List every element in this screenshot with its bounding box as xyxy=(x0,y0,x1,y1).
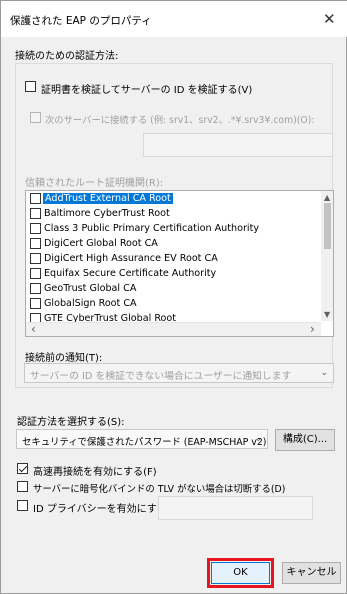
scroll-right-icon[interactable]: › xyxy=(310,322,315,336)
servers-input[interactable] xyxy=(143,133,333,157)
verify-cert-label: 証明書を検証してサーバーの ID を検証する(V) xyxy=(41,85,253,96)
list-item-checkbox[interactable] xyxy=(30,208,41,219)
list-item[interactable]: AddTrust External CA Root xyxy=(26,192,321,206)
root-ca-list[interactable]: AddTrust External CA Root Baltimore Cybe… xyxy=(25,190,334,337)
list-item-checkbox[interactable] xyxy=(30,238,41,249)
fast-reconnect-label: 高速再接続を有効にする(F) xyxy=(33,467,157,478)
list-item[interactable]: DigiCert Global Root CA xyxy=(26,237,321,251)
list-item-label: AddTrust External CA Root xyxy=(43,193,173,204)
list-item-checkbox[interactable] xyxy=(30,193,41,204)
close-icon[interactable]: ✕ xyxy=(323,10,336,28)
notify-label: 接続前の通知(T): xyxy=(25,353,103,364)
cancel-button[interactable]: キャンセル xyxy=(282,562,341,584)
identity-privacy-label: ID プライバシーを有効にする(I) xyxy=(33,504,178,515)
chevron-down-icon: ⌄ xyxy=(320,368,328,378)
list-item[interactable]: Baltimore CyberTrust Root xyxy=(26,207,321,221)
fast-reconnect-checkbox[interactable] xyxy=(17,463,28,474)
list-item-label: Baltimore CyberTrust Root xyxy=(44,208,170,219)
notify-dropdown-value: サーバーの ID を検証できない場合にユーザーに通知します xyxy=(30,371,292,382)
list-item-label: Equifax Secure Certificate Authority xyxy=(44,268,217,279)
root-ca-label: 信頼されたルート証明機関(R): xyxy=(25,178,164,189)
list-item-label: DigiCert High Assurance EV Root CA xyxy=(44,253,218,264)
list-item-checkbox[interactable] xyxy=(30,283,41,294)
list-item-label: GTE CyberTrust Global Root xyxy=(44,313,177,322)
horizontal-scrollbar[interactable] xyxy=(26,322,321,336)
auth-method-label: 認証方法を選択する(S): xyxy=(17,417,125,428)
auth-method-dropdown[interactable]: セキュリティで保護されたパスワード (EAP-MSCHAP v2) ⌄ xyxy=(16,429,268,449)
list-item-checkbox[interactable] xyxy=(30,253,41,264)
scroll-left-icon[interactable]: ‹ xyxy=(31,322,36,336)
connect-auth-label: 接続のための認証方法: xyxy=(15,51,119,62)
configure-button[interactable]: 構成(C)... xyxy=(275,429,335,451)
ok-button[interactable]: OK xyxy=(211,562,270,584)
list-item-checkbox[interactable] xyxy=(30,298,41,309)
connect-servers-label: 次のサーバーに接続する (例: srv1、srv2、.*¥.srv3¥.com)… xyxy=(45,115,315,126)
window-title: 保護された EAP のプロパティ xyxy=(10,15,152,27)
connect-servers-checkbox[interactable] xyxy=(30,112,41,123)
tlv-disconnect-checkbox[interactable] xyxy=(17,481,28,492)
auth-method-value: セキュリティで保護されたパスワード (EAP-MSCHAP v2) xyxy=(22,437,267,448)
list-item[interactable]: DigiCert High Assurance EV Root CA xyxy=(26,252,321,266)
identity-privacy-input[interactable] xyxy=(158,496,313,520)
list-item[interactable]: GeoTrust Global CA xyxy=(26,282,321,296)
eap-properties-dialog: 保護された EAP のプロパティ ✕ 接続のための認証方法: 証明書を検証してサ… xyxy=(0,0,347,594)
tlv-disconnect-label: サーバーに暗号化バインドの TLV がない場合は切断する(D) xyxy=(33,484,286,495)
list-item-label: GeoTrust Global CA xyxy=(44,283,137,294)
list-item-checkbox[interactable] xyxy=(30,268,41,279)
chevron-down-icon: ⌄ xyxy=(254,434,262,444)
list-item-checkbox[interactable] xyxy=(30,313,41,322)
list-item-label: DigiCert Global Root CA xyxy=(44,238,158,249)
scroll-thumb[interactable] xyxy=(324,203,331,249)
verify-cert-checkbox[interactable] xyxy=(25,81,36,92)
list-item[interactable]: GTE CyberTrust Global Root xyxy=(26,312,321,322)
list-item-label: GlobalSign Root CA xyxy=(44,298,137,309)
title-bar: 保護された EAP のプロパティ ✕ xyxy=(1,1,347,37)
list-item-label: Class 3 Public Primary Certification Aut… xyxy=(44,223,260,234)
notify-dropdown[interactable]: サーバーの ID を検証できない場合にユーザーに通知します ⌄ xyxy=(24,363,334,383)
list-item[interactable]: Equifax Secure Certificate Authority xyxy=(26,267,321,281)
scroll-down-icon[interactable]: ▼ xyxy=(324,310,330,319)
identity-privacy-checkbox[interactable] xyxy=(17,500,28,511)
list-item[interactable]: Class 3 Public Primary Certification Aut… xyxy=(26,222,321,236)
scroll-up-icon[interactable]: ▲ xyxy=(324,193,330,202)
list-item[interactable]: GlobalSign Root CA xyxy=(26,297,321,311)
list-item-checkbox[interactable] xyxy=(30,223,41,234)
